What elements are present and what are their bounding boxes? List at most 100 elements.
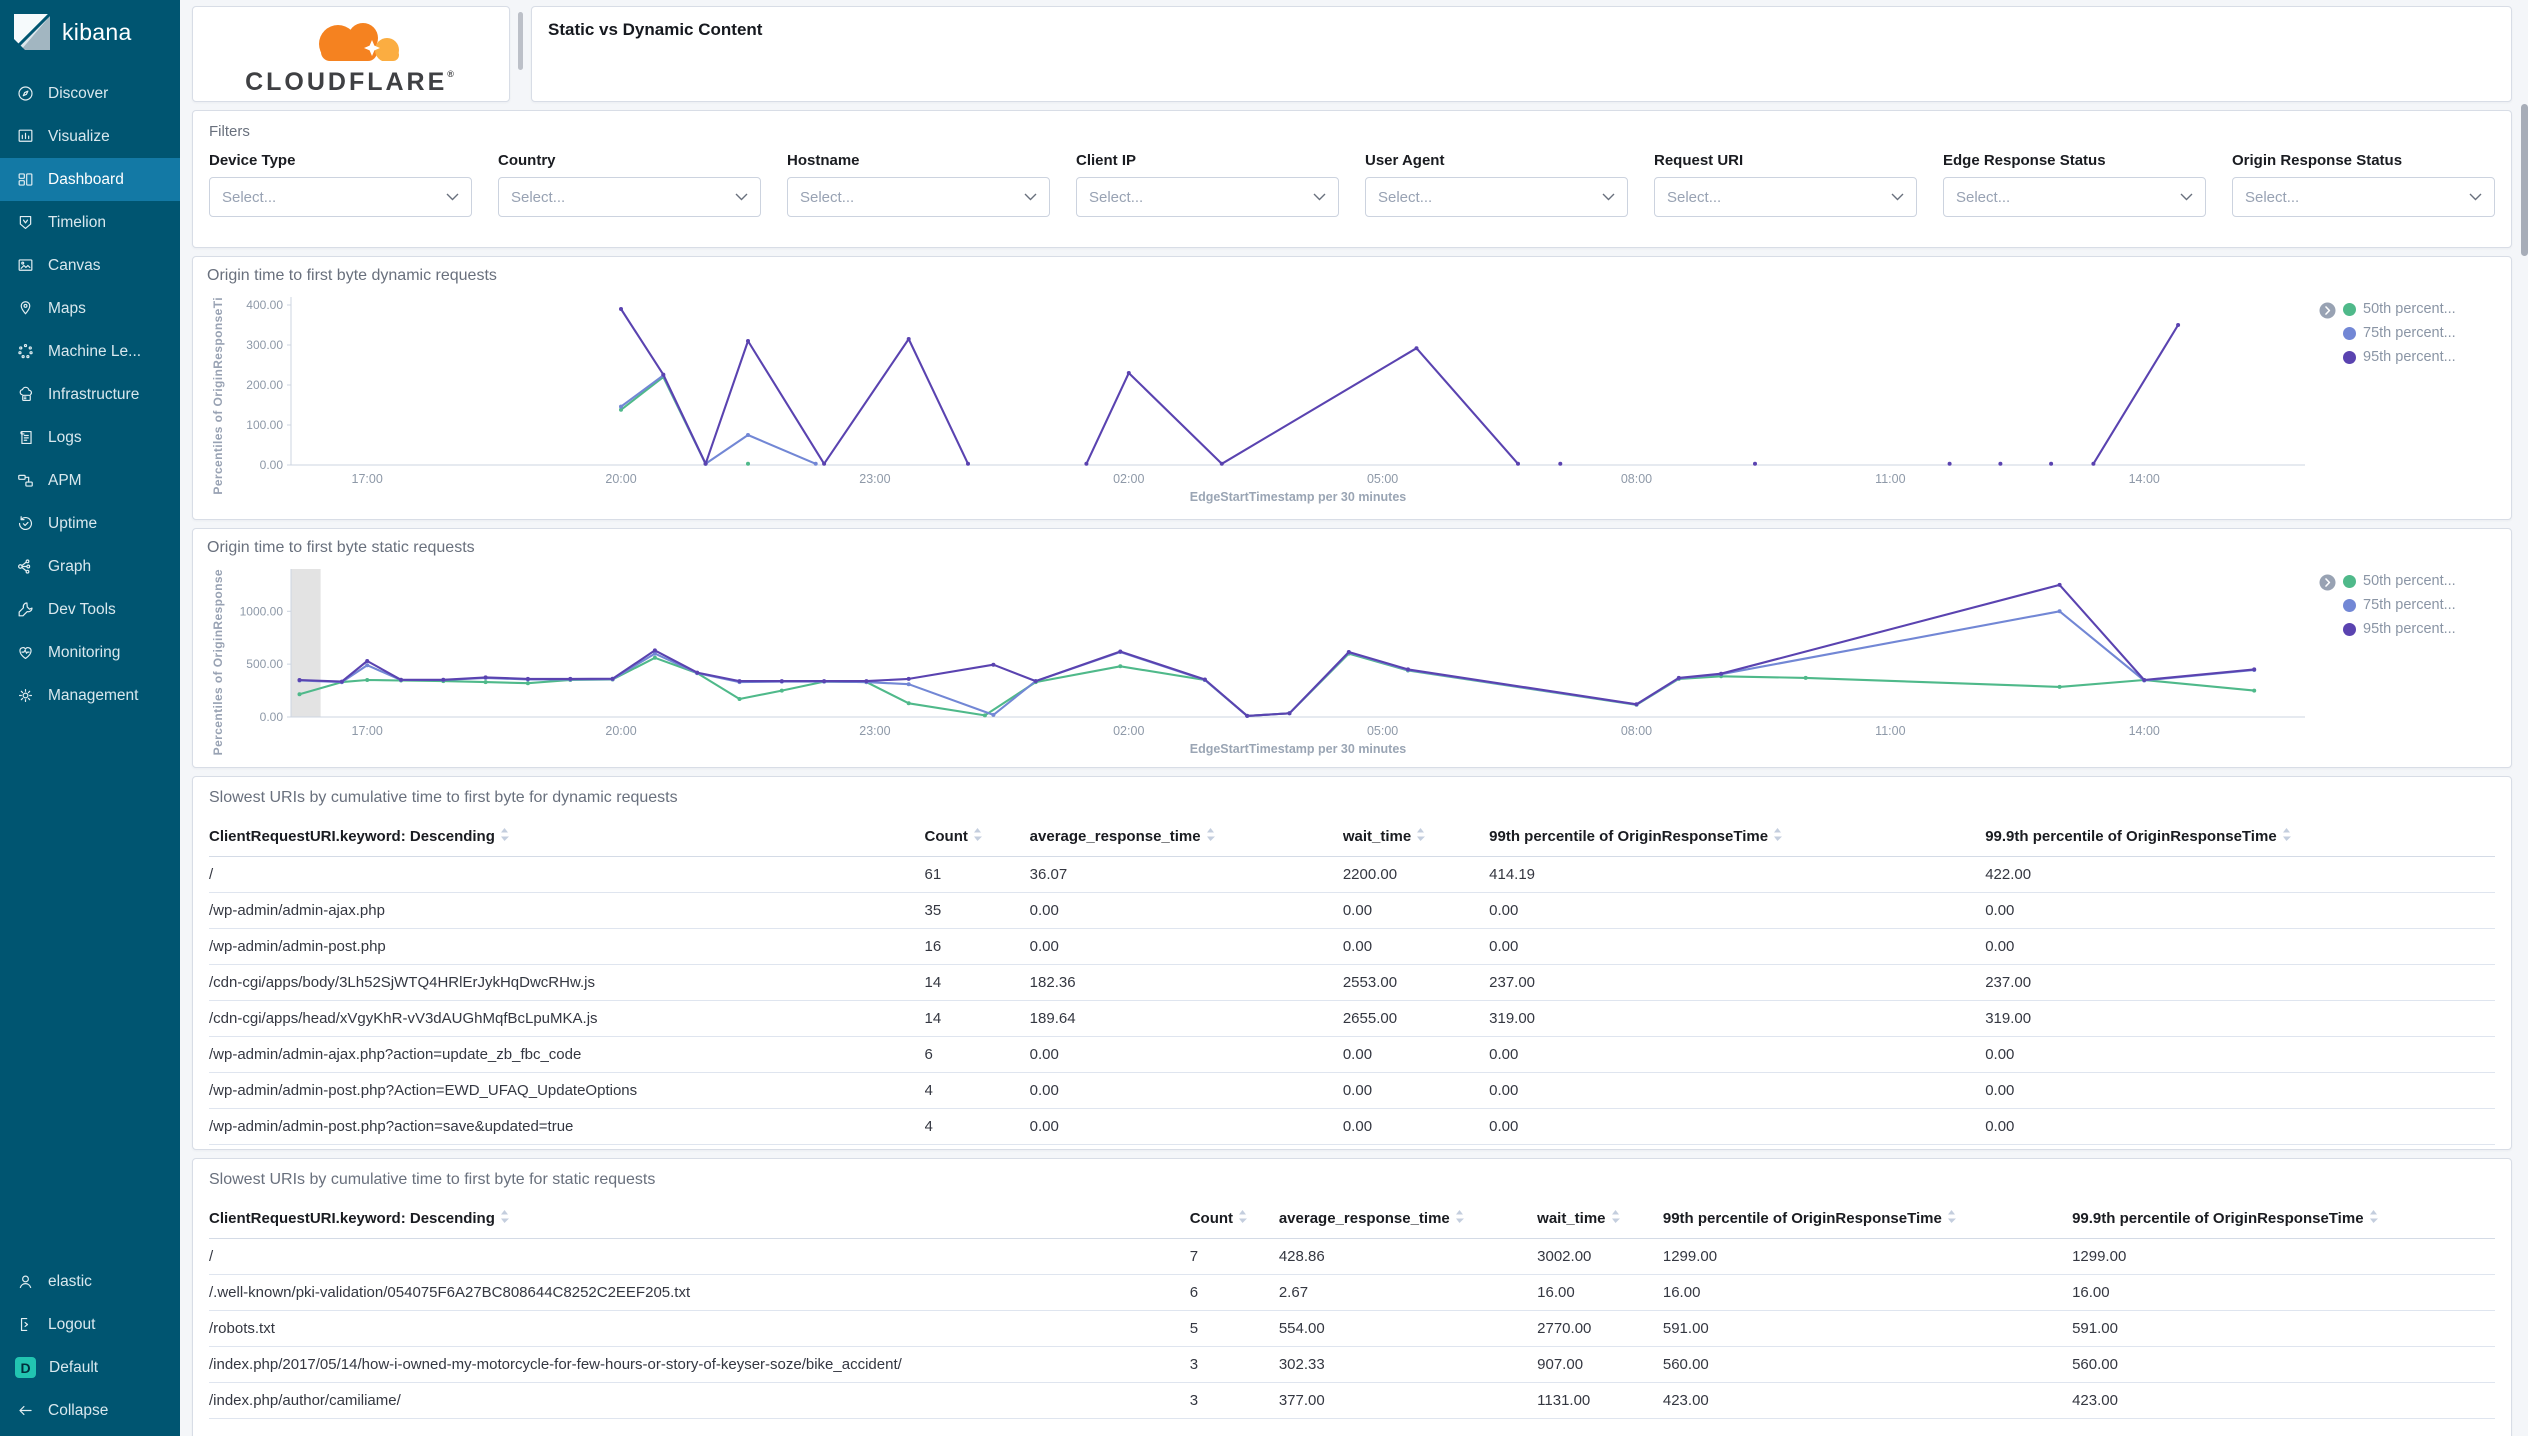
column-header-average-response-time[interactable]: average_response_time <box>1029 821 1343 857</box>
infrastructure-icon <box>16 385 35 404</box>
column-header-wait-time[interactable]: wait_time <box>1342 821 1490 857</box>
filter-label: Country <box>498 152 556 169</box>
registered-mark: ® <box>447 68 457 79</box>
sidebar-item-maps[interactable]: Maps <box>0 287 180 330</box>
table-cell: 4 <box>924 1144 1030 1149</box>
chart-title: Origin time to first byte static request… <box>207 539 475 556</box>
legend-item-50th-percent[interactable]: 50th percent... <box>2343 573 2456 589</box>
filter-select-origin-response-status[interactable]: Select... <box>2232 177 2495 217</box>
legend-item-75th-percent[interactable]: 75th percent... <box>2343 597 2456 613</box>
column-header-clientrequesturi-keyword-descending[interactable]: ClientRequestURI.keyword: Descending <box>209 821 925 857</box>
legend-label: 95th percent... <box>2363 349 2456 365</box>
sidebar-item-dashboard[interactable]: Dashboard <box>0 158 180 201</box>
filter-select-edge-response-status[interactable]: Select... <box>1943 177 2206 217</box>
table-cell: 36.07 <box>1029 856 1343 893</box>
column-header-clientrequesturi-keyword-descending[interactable]: ClientRequestURI.keyword: Descending <box>209 1203 1190 1239</box>
sidebar-item-management[interactable]: Management <box>0 674 180 717</box>
svg-text:100.00: 100.00 <box>246 418 283 432</box>
sidebar-item-monitoring[interactable]: Monitoring <box>0 631 180 674</box>
dashboard-content: CLOUDFLARE® Static vs Dynamic Content Fi… <box>180 0 2528 1436</box>
column-label: 99.9th percentile of OriginResponseTime <box>2072 1210 2364 1227</box>
table-cell: 0.00 <box>1489 1108 1986 1145</box>
legend-item-50th-percent[interactable]: 50th percent... <box>2343 301 2456 317</box>
filter-hostname: Hostname Select... <box>787 152 1050 217</box>
table-cell: /cdn-cgi/apps/head/xVgyKhR-vV3dAUGhMqfBc… <box>209 1000 925 1037</box>
table-row: /wp-admin/admin-post.php?Action=EWD_UFAQ… <box>209 1072 2495 1109</box>
table-cell: 0.00 <box>1985 1108 2495 1145</box>
column-header-wait-time[interactable]: wait_time <box>1537 1203 1663 1239</box>
filter-label: Device Type <box>209 152 296 169</box>
filter-select-hostname[interactable]: Select... <box>787 177 1050 217</box>
column-header-count[interactable]: Count <box>1189 1203 1279 1239</box>
table-cell: 0.00 <box>1985 1144 2495 1149</box>
sidebar-item-label: Uptime <box>48 514 98 532</box>
column-header-99th-percentile-of-originresponsetime[interactable]: 99th percentile of OriginResponseTime <box>1662 1203 2073 1239</box>
filter-request-uri: Request URI Select... <box>1654 152 1917 217</box>
sidebar-item-apm[interactable]: APM <box>0 459 180 502</box>
column-header-count[interactable]: Count <box>924 821 1030 857</box>
filter-label: Hostname <box>787 152 860 169</box>
panel-scrollbar[interactable] <box>518 12 523 70</box>
page-scrollbar-thumb[interactable] <box>2521 104 2528 256</box>
legend-expand-icon[interactable] <box>2319 302 2336 365</box>
sidebar-item-label: Maps <box>48 299 86 317</box>
filter-select-country[interactable]: Select... <box>498 177 761 217</box>
sidebar-item-elastic[interactable]: elastic <box>0 1260 180 1303</box>
canvas-icon <box>16 256 35 275</box>
table-cell: 0.00 <box>1342 928 1490 965</box>
table-cell: 2200.00 <box>1342 856 1490 893</box>
kibana-logo[interactable]: kibana <box>0 0 180 64</box>
sidebar-item-discover[interactable]: Discover <box>0 72 180 115</box>
table-row: /cdn-cgi/apps/head/xVgyKhR-vV3dAUGhMqfBc… <box>209 1000 2495 1037</box>
legend-color-dot <box>2343 350 2356 364</box>
filter-select-client-ip[interactable]: Select... <box>1076 177 1339 217</box>
legend-expand-icon[interactable] <box>2319 574 2336 637</box>
legend-item-95th-percent[interactable]: 95th percent... <box>2343 349 2456 365</box>
table-cell: 0.00 <box>1029 1036 1343 1073</box>
table-cell: 3 <box>1189 1382 1279 1419</box>
sidebar-item-infrastructure[interactable]: Infrastructure <box>0 373 180 416</box>
sidebar-item-machine-le[interactable]: Machine Le... <box>0 330 180 373</box>
chevron-down-icon <box>2180 188 2193 206</box>
sidebar-item-dev-tools[interactable]: Dev Tools <box>0 588 180 631</box>
sidebar-item-uptime[interactable]: Uptime <box>0 502 180 545</box>
table-cell: 189.64 <box>1029 1000 1343 1037</box>
table-cell: 35 <box>924 892 1030 929</box>
sidebar-item-graph[interactable]: Graph <box>0 545 180 588</box>
legend-item-75th-percent[interactable]: 75th percent... <box>2343 325 2456 341</box>
sidebar-item-default[interactable]: D Default <box>0 1346 180 1389</box>
sidebar-item-label: Discover <box>48 84 109 102</box>
svg-text:11:00: 11:00 <box>1875 724 1905 738</box>
svg-text:23:00: 23:00 <box>859 724 890 738</box>
sidebar-item-visualize[interactable]: Visualize <box>0 115 180 158</box>
filter-select-device-type[interactable]: Select... <box>209 177 472 217</box>
table-cell: 237.00 <box>1489 964 1986 1001</box>
sort-icon <box>1947 1209 1956 1228</box>
sidebar-item-canvas[interactable]: Canvas <box>0 244 180 287</box>
sidebar-item-logs[interactable]: Logs <box>0 416 180 459</box>
cloudflare-cloud-icon <box>311 22 406 68</box>
table-panel-dynamic: Slowest URIs by cumulative time to first… <box>192 776 2512 1150</box>
legend-item-95th-percent[interactable]: 95th percent... <box>2343 621 2456 637</box>
select-placeholder: Select... <box>800 188 855 206</box>
sidebar-item-timelion[interactable]: Timelion <box>0 201 180 244</box>
filter-select-request-uri[interactable]: Select... <box>1654 177 1917 217</box>
sidebar-item-label: Timelion <box>48 213 106 231</box>
table-cell: 302.33 <box>1278 1346 1538 1383</box>
kibana-brand: kibana <box>62 18 132 45</box>
column-header-99-9th-percentile-of-originresponsetime[interactable]: 99.9th percentile of OriginResponseTime <box>1985 821 2495 857</box>
column-label: Count <box>1189 1210 1234 1227</box>
legend-color-dot <box>2343 622 2356 636</box>
column-header-average-response-time[interactable]: average_response_time <box>1278 1203 1538 1239</box>
select-placeholder: Select... <box>1378 188 1433 206</box>
sidebar-item-collapse[interactable]: Collapse <box>0 1389 180 1432</box>
sidebar-item-label: Dev Tools <box>48 600 116 618</box>
table-cell: 0.00 <box>1029 892 1343 929</box>
table-cell: /wp-admin/admin-post.php?Action=EWD_UFAQ… <box>209 1072 925 1109</box>
column-header-99th-percentile-of-originresponsetime[interactable]: 99th percentile of OriginResponseTime <box>1489 821 1986 857</box>
filter-label: Request URI <box>1654 152 1744 169</box>
column-header-99-9th-percentile-of-originresponsetime[interactable]: 99.9th percentile of OriginResponseTime <box>2072 1203 2495 1239</box>
table-row: /wp-admin/admin-post.php?action=request&… <box>209 1144 2495 1149</box>
filter-select-user-agent[interactable]: Select... <box>1365 177 1628 217</box>
sidebar-item-logout[interactable]: Logout <box>0 1303 180 1346</box>
